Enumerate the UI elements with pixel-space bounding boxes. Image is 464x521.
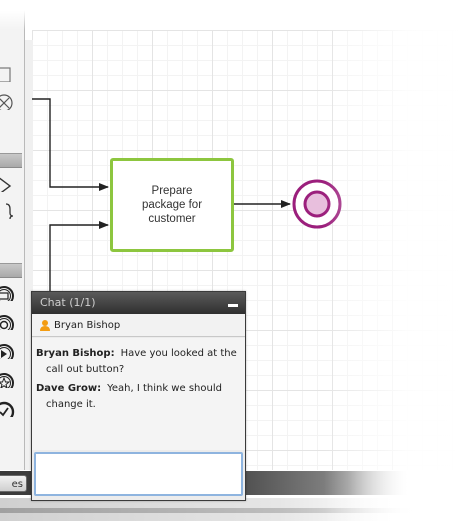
scrollbar-track xyxy=(0,508,464,513)
user-icon xyxy=(40,320,50,331)
sequence-flow-bottom[interactable] xyxy=(49,221,109,292)
chat-message-list: Bryan Bishop: Have you looked at the call… xyxy=(32,338,245,450)
bottom-tab[interactable]: es xyxy=(0,475,27,492)
message-sender: Bryan Bishop: xyxy=(36,348,115,359)
chat-input[interactable] xyxy=(34,452,243,496)
message-sender: Dave Grow: xyxy=(36,383,102,394)
chat-title: Chat (1/1) xyxy=(40,296,96,309)
top-fade xyxy=(0,0,464,30)
minimize-icon[interactable] xyxy=(228,304,238,307)
chat-participant: Bryan Bishop xyxy=(32,314,245,337)
participant-name: Bryan Bishop xyxy=(54,320,121,331)
bpmn-editor: Prepare package for customer Chat (1/1) … xyxy=(0,0,464,521)
task-label: Prepare package for customer xyxy=(141,185,203,225)
sequence-flow-top[interactable] xyxy=(32,98,109,191)
task-prepare-package[interactable]: Prepare package for customer xyxy=(110,158,234,252)
chat-message: Bryan Bishop: Have you looked at the call… xyxy=(36,346,241,378)
chat-header[interactable]: Chat (1/1) xyxy=(32,292,245,314)
end-event[interactable] xyxy=(292,179,342,229)
chat-message: Dave Grow: Yeah, I think we should change… xyxy=(36,381,241,413)
chat-window: Chat (1/1) Bryan Bishop Bryan Bishop: Hav… xyxy=(31,291,246,501)
